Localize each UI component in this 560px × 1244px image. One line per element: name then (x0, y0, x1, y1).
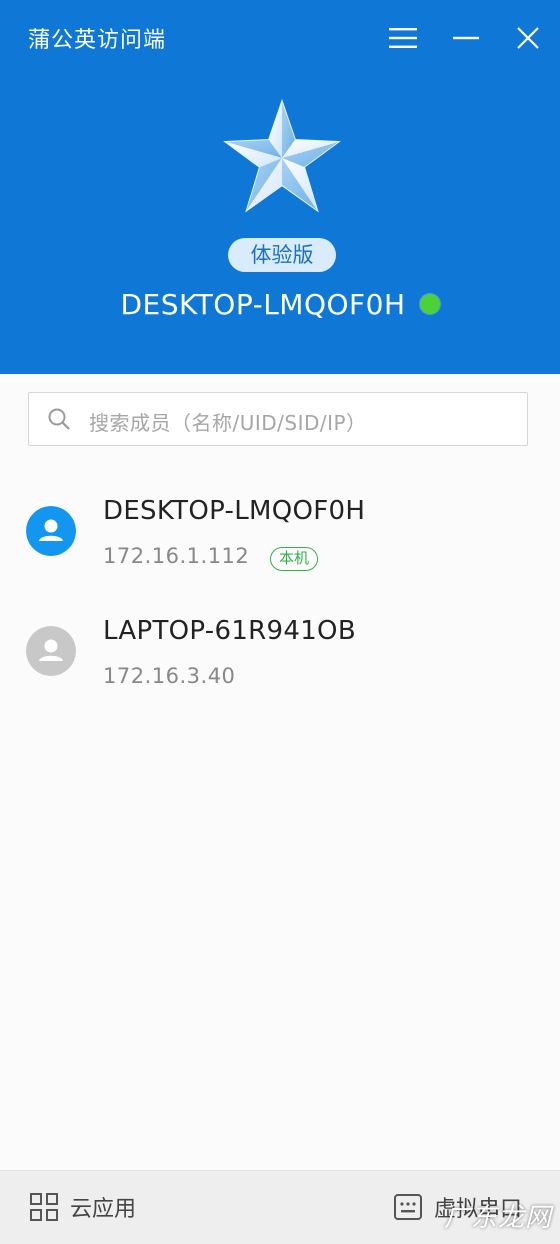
user-icon (26, 626, 76, 676)
avatar (26, 506, 76, 556)
member-name: LAPTOP-61R941OB (103, 616, 356, 646)
close-icon (517, 27, 539, 49)
search-placeholder: 搜索成员（名称/UID/SID/IP） (89, 411, 367, 435)
member-item[interactable]: DESKTOP-LMQOF0H 172.16.1.112 本机 (0, 478, 560, 598)
local-machine-badge: 本机 (270, 547, 319, 571)
cloud-apps-label: 云应用 (70, 1197, 137, 1222)
watermark: 广东龙网 (443, 1203, 552, 1233)
member-ip: 172.16.3.40 (103, 664, 236, 688)
search-input[interactable]: 搜索成员（名称/UID/SID/IP） (28, 392, 528, 446)
menu-button[interactable] (381, 16, 425, 60)
close-button[interactable] (506, 16, 550, 60)
local-device-name: DESKTOP-LMQOF0H (0, 286, 560, 321)
member-item[interactable]: LAPTOP-61R941OB 172.16.3.40 (0, 598, 560, 718)
minimize-button[interactable] (444, 16, 488, 60)
member-panel: 搜索成员（名称/UID/SID/IP） DESKTOP-LMQOF0H 172.… (0, 374, 560, 1170)
cloud-apps-button[interactable]: 云应用 (30, 1191, 136, 1223)
star-logo-icon (223, 98, 341, 213)
app-title: 蒲公英访问端 (28, 28, 167, 53)
online-status-dot (419, 294, 440, 314)
bottom-bar: 云应用 虚拟串口 广东龙网 (0, 1170, 560, 1244)
device-name-text: DESKTOP-LMQOF0H (120, 287, 406, 321)
search-icon (48, 408, 70, 430)
member-name: DESKTOP-LMQOF0H (103, 496, 366, 526)
user-icon (26, 506, 76, 556)
serial-port-icon (394, 1194, 422, 1220)
avatar (26, 626, 76, 676)
edition-badge: 体验版 (228, 238, 336, 272)
member-ip: 172.16.1.112 (103, 544, 250, 568)
hamburger-menu-icon (389, 28, 417, 48)
minimize-icon (453, 36, 479, 40)
grid-apps-icon (30, 1193, 58, 1221)
app-header: 蒲公英访问端 体验版 DESKTOP-LMQOF0H (0, 0, 560, 374)
